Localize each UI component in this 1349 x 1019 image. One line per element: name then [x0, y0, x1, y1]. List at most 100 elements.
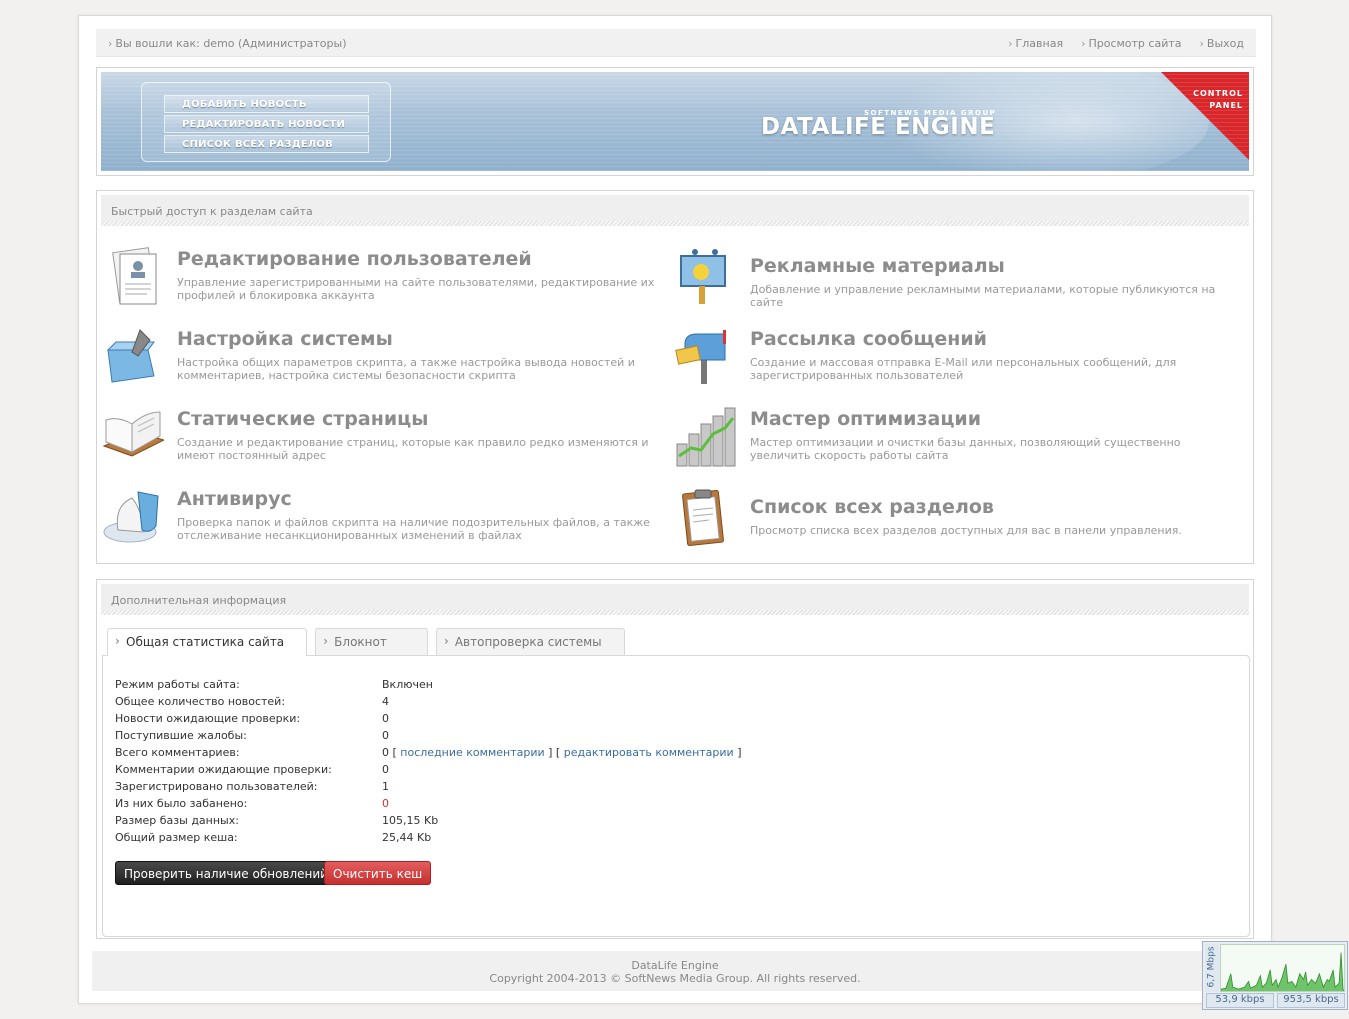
all-sections-menu-item[interactable]: СПИСОК ВСЕХ РАЗДЕЛОВ	[164, 135, 369, 153]
stat-row: Общий размер кеша: 25,44 Kb	[115, 831, 742, 848]
banner-menu: ДОБАВИТЬ НОВОСТЬ РЕДАКТИРОВАТЬ НОВОСТИ С…	[141, 82, 391, 162]
footer-product: DataLife Engine	[631, 959, 719, 972]
network-traffic-graph	[1220, 944, 1345, 992]
edit-comments-link[interactable]: редактировать комментарии	[564, 746, 734, 763]
netmon-download: 53,9 kbps	[1206, 993, 1274, 1008]
quick-item-desc: Управление зарегистрированными на сайте …	[177, 276, 655, 302]
quick-item-mailing[interactable]: Рассылка сообщений Создание и массовая о…	[675, 326, 1240, 396]
control-panel-ribbon-text: CONTROL PANEL	[1193, 88, 1243, 112]
billboard-icon	[680, 249, 726, 304]
quick-item-static-pages[interactable]: Статические страницы Создание и редактир…	[102, 406, 667, 476]
stat-value: Включен	[382, 678, 433, 691]
quick-access-panel: Быстрый доступ к разделам сайта Редактир…	[96, 190, 1254, 564]
top-bar: Вы вошли как: demo (Администраторы) Глав…	[96, 29, 1256, 57]
quick-item-desc: Настройка общих параметров скрипта, а та…	[177, 356, 635, 382]
home-link[interactable]: Главная	[1008, 37, 1064, 50]
stat-row: Поступившие жалобы: 0	[115, 729, 742, 746]
quick-item-desc: Создание и редактирование страниц, котор…	[177, 436, 649, 462]
quick-item-users[interactable]: Редактирование пользователей Управление …	[102, 246, 667, 316]
stat-label: Поступившие жалобы:	[115, 729, 247, 742]
quick-item-title[interactable]: Антивирус	[177, 488, 292, 510]
quick-item-optimization[interactable]: Мастер оптимизации Мастер оптимизации и …	[675, 406, 1240, 476]
stat-label: Зарегистрировано пользователей:	[115, 780, 318, 793]
quick-item-title[interactable]: Рассылка сообщений	[750, 328, 987, 350]
quick-item-desc: Мастер оптимизации и очистки базы данных…	[750, 436, 1181, 462]
stat-row: Режим работы сайта: Включен	[115, 678, 742, 695]
network-monitor-widget[interactable]: 6,7 Mbps 53,9 kbps 953,5 kbps	[1202, 941, 1348, 1010]
logo-title: DATALIFE ENGINE	[761, 114, 996, 140]
stat-value: 4	[382, 695, 389, 708]
quick-item-settings[interactable]: Настройка системы Настройка общих параме…	[102, 326, 667, 396]
stat-row: Комментарии ожидающие проверки: 0	[115, 763, 742, 780]
ribbon-line-2: PANEL	[1209, 101, 1243, 110]
quick-item-desc: Проверка папок и файлов скрипта на налич…	[177, 516, 650, 542]
stat-label: Общий размер кеша:	[115, 831, 238, 844]
growth-chart-icon	[676, 407, 736, 467]
quick-item-title[interactable]: Статические страницы	[177, 408, 428, 430]
stat-value: 0	[382, 763, 389, 776]
login-info: Вы вошли как: demo (Администраторы)	[108, 37, 346, 50]
quick-item-title[interactable]: Рекламные материалы	[750, 255, 1005, 277]
stat-row: Всего комментариев: 0 [ последние коммент…	[115, 746, 742, 763]
quick-access-header: Быстрый доступ к разделам сайта	[101, 195, 1249, 226]
stat-label: Размер базы данных:	[115, 814, 239, 827]
logout-link[interactable]: Выход	[1200, 37, 1244, 50]
stat-row: Новости ожидающие проверки: 0	[115, 712, 742, 729]
stat-label: Общее количество новостей:	[115, 695, 286, 708]
quick-item-all-sections[interactable]: Список всех разделов Просмотр списка все…	[675, 486, 1240, 556]
top-links: Главная Просмотр сайта Выход	[1008, 37, 1244, 50]
stat-label: Режим работы сайта:	[115, 678, 240, 691]
additional-info-panel: Дополнительная информация Общая статисти…	[96, 579, 1254, 939]
last-comments-link[interactable]: последние комментарии	[400, 746, 544, 763]
quick-item-antivirus[interactable]: Антивирус Проверка папок и файлов скрипт…	[102, 486, 667, 556]
clipboard-icon	[682, 489, 724, 547]
stat-row: Зарегистрировано пользователей: 1	[115, 780, 742, 797]
quick-item-desc: Просмотр списка всех разделов доступных …	[750, 524, 1182, 537]
netmon-scale: 6,7 Mbps	[1206, 946, 1217, 988]
stat-label: Всего комментариев:	[115, 746, 240, 759]
info-tabs: Общая статистика сайта Блокнот Автопрове…	[107, 628, 633, 656]
stat-label: Из них было забанено:	[115, 797, 248, 810]
check-updates-button[interactable]: Проверить наличие обновлений	[115, 861, 337, 885]
users-document-icon	[112, 247, 157, 305]
stat-value: 0	[382, 746, 389, 759]
stat-value: 0	[382, 712, 389, 725]
tab-system-autocheck[interactable]: Автопроверка системы	[435, 628, 625, 655]
stats-list: Режим работы сайта: Включен Общее количес…	[115, 678, 742, 848]
stat-row: Размер базы данных: 105,15 Kb	[115, 814, 742, 831]
tab-site-stats[interactable]: Общая статистика сайта	[107, 628, 308, 656]
quick-item-title[interactable]: Мастер оптимизации	[750, 408, 981, 430]
stat-value: 1	[382, 780, 389, 793]
quick-item-desc: Создание и массовая отправка E-Mail или …	[750, 356, 1177, 382]
tab-notepad[interactable]: Блокнот	[315, 628, 428, 655]
stat-label: Комментарии ожидающие проверки:	[115, 763, 332, 776]
clear-cache-button[interactable]: Очистить кеш	[324, 861, 432, 885]
quick-item-title[interactable]: Редактирование пользователей	[177, 248, 532, 270]
netmon-upload: 953,5 kbps	[1277, 993, 1345, 1008]
footer: DataLife Engine Copyright 2004-2013 © So…	[92, 951, 1258, 991]
stat-value: 105,15 Kb	[382, 814, 439, 827]
stat-label: Новости ожидающие проверки:	[115, 712, 301, 725]
edit-news-menu-item[interactable]: РЕДАКТИРОВАТЬ НОВОСТИ	[164, 115, 369, 133]
admin-frame: Вы вошли как: demo (Администраторы) Глав…	[78, 15, 1272, 1004]
add-news-menu-item[interactable]: ДОБАВИТЬ НОВОСТЬ	[164, 95, 369, 113]
footer-copyright: Copyright 2004-2013 © SoftNews Media Gro…	[489, 972, 861, 985]
quick-item-title[interactable]: Настройка системы	[177, 328, 393, 350]
netmon-axis: 6,7 Mbps	[1205, 944, 1219, 992]
stats-tab-content: Режим работы сайта: Включен Общее количес…	[102, 655, 1250, 937]
stat-row: Из них было забанено: 0	[115, 797, 742, 814]
open-book-icon	[102, 411, 164, 457]
quick-item-ads[interactable]: Рекламные материалы Добавление и управле…	[675, 246, 1240, 316]
toolbox-icon	[106, 329, 155, 383]
ribbon-line-1: CONTROL	[1193, 89, 1243, 98]
stat-value: 0	[382, 729, 389, 742]
stat-value-banned: 0	[382, 797, 389, 810]
additional-info-header: Дополнительная информация	[101, 584, 1249, 615]
stat-row: Общее количество новостей: 4	[115, 695, 742, 712]
header-banner: ДОБАВИТЬ НОВОСТЬ РЕДАКТИРОВАТЬ НОВОСТИ С…	[101, 72, 1249, 171]
quick-item-title[interactable]: Список всех разделов	[750, 496, 994, 518]
mailbox-icon	[675, 330, 726, 384]
header-banner-box: ДОБАВИТЬ НОВОСТЬ РЕДАКТИРОВАТЬ НОВОСТИ С…	[96, 67, 1254, 176]
stat-value: 25,44 Kb	[382, 831, 432, 844]
view-site-link[interactable]: Просмотр сайта	[1081, 37, 1181, 50]
